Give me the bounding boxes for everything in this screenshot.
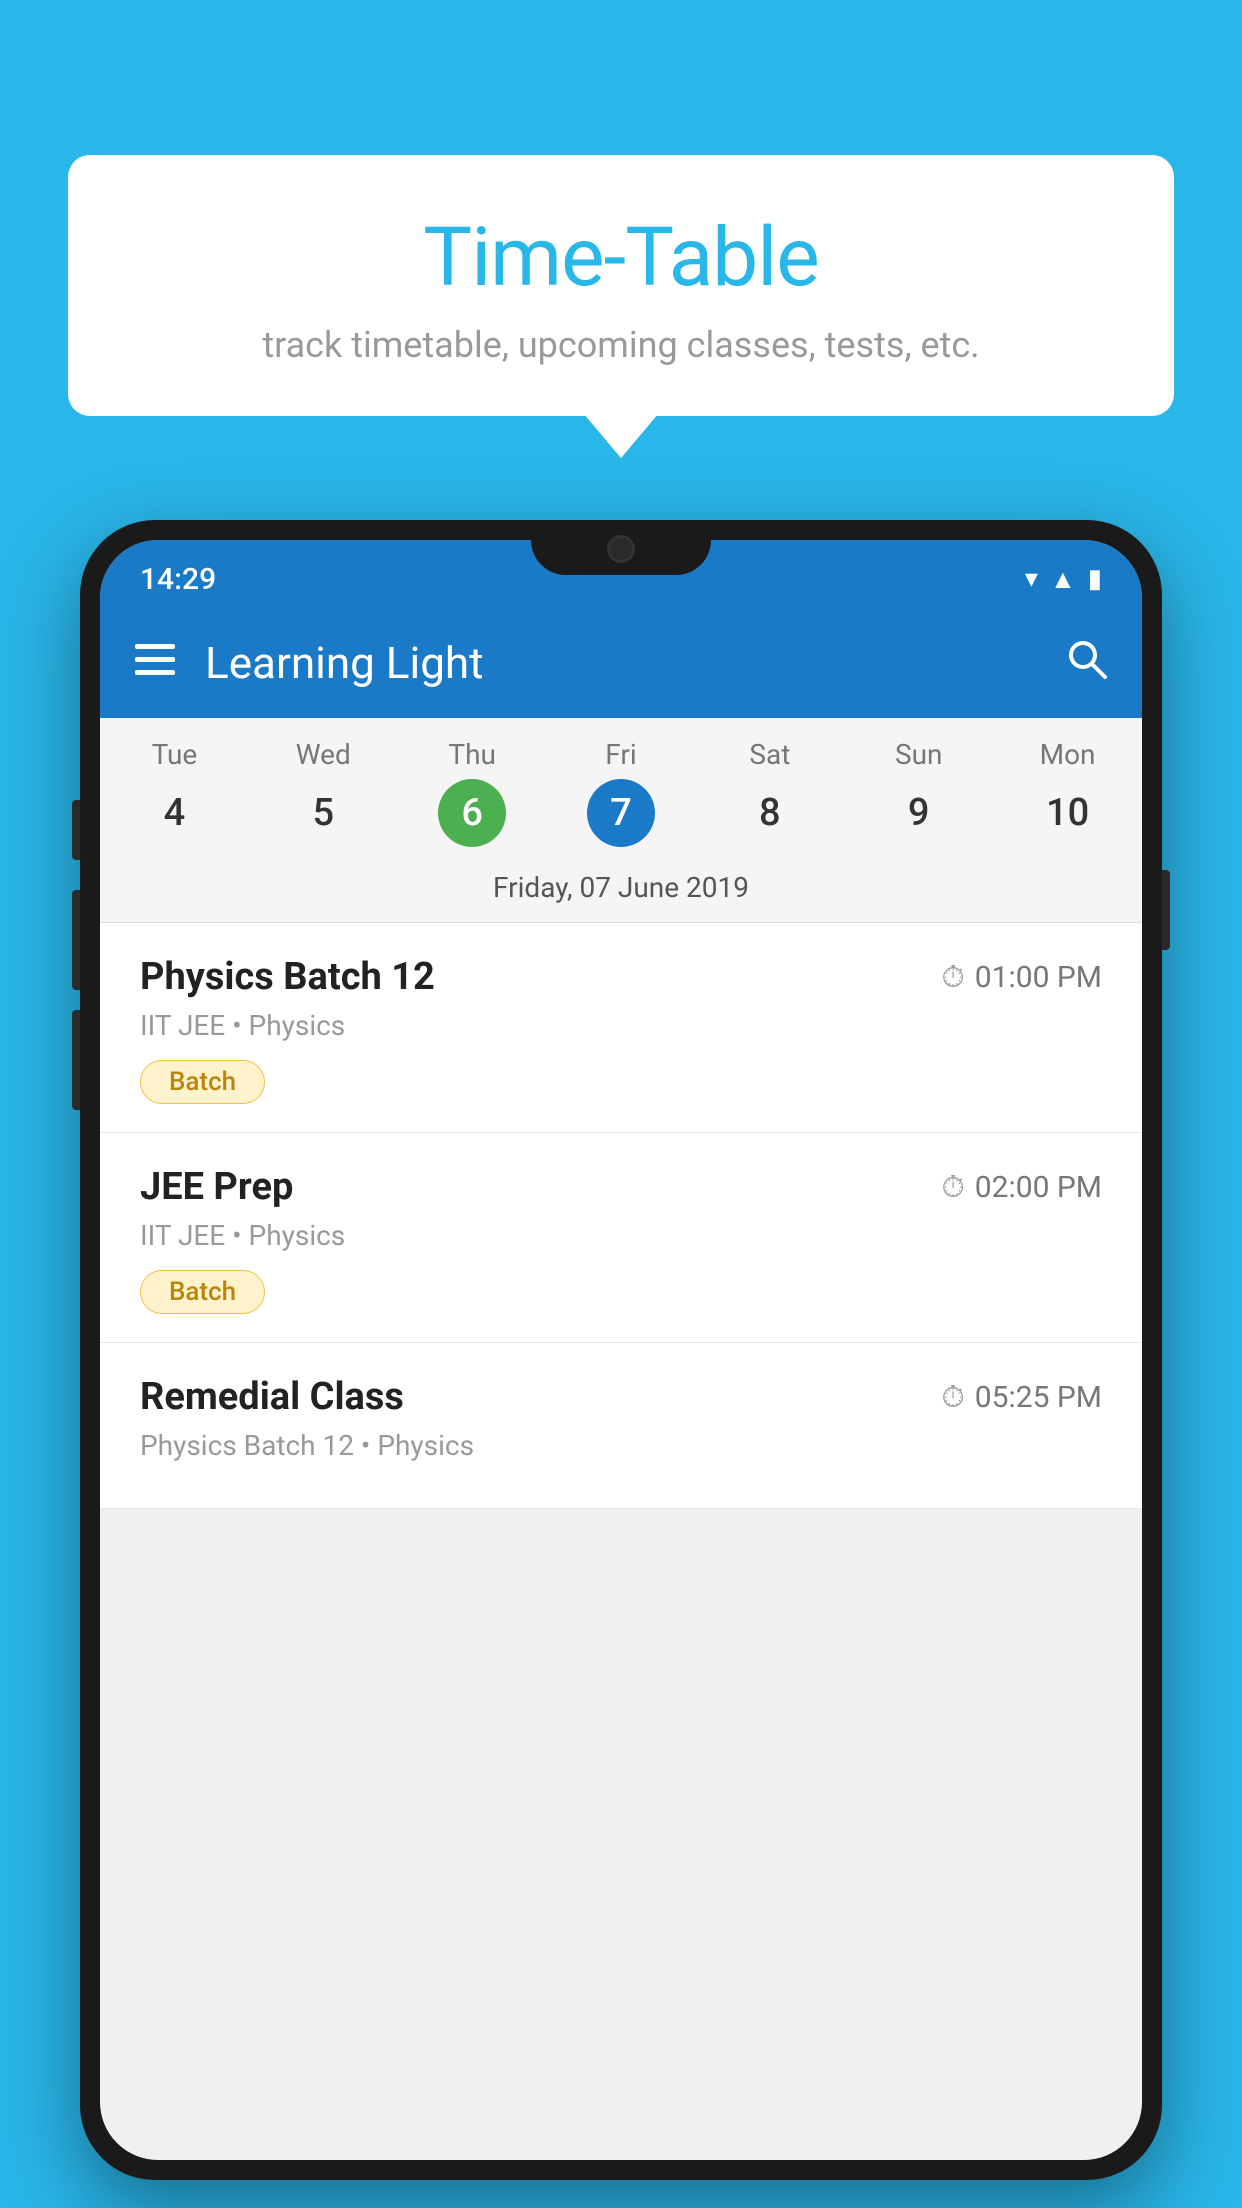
schedule-time: ⏱ 01:00 PM: [941, 960, 1102, 995]
status-time: 14:29: [140, 562, 216, 597]
schedule-item[interactable]: Physics Batch 12 ⏱ 01:00 PM IIT JEE • Physi…: [100, 923, 1142, 1133]
schedule-item[interactable]: JEE Prep ⏱ 02:00 PM IIT JEE • Physics Batch: [100, 1133, 1142, 1343]
clock-icon: ⏱: [941, 1380, 964, 1415]
bubble-title: Time-Table: [128, 210, 1114, 306]
day-number: 7: [587, 779, 655, 847]
day-number: 6: [438, 779, 506, 847]
search-button[interactable]: [1065, 637, 1107, 689]
status-icons: ▾ ▲ ▮: [1025, 564, 1102, 595]
time-text: 02:00 PM: [975, 1170, 1102, 1205]
week-day-col[interactable]: Tue 4: [100, 738, 249, 847]
bubble-subtitle: track timetable, upcoming classes, tests…: [128, 324, 1114, 366]
schedule-list: Physics Batch 12 ⏱ 01:00 PM IIT JEE • Physi…: [100, 923, 1142, 1509]
calendar-section: Tue 4 Wed 5 Thu 6 Fri 7 Sat 8 Sun 9 Mon 10 Friday, 07…: [100, 718, 1142, 923]
day-name: Wed: [249, 738, 398, 771]
week-day-col[interactable]: Thu 6: [398, 738, 547, 847]
week-day-col[interactable]: Sat 8: [695, 738, 844, 847]
volume-down-button: [72, 890, 80, 990]
clock-icon: ⏱: [941, 960, 964, 995]
day-number: 5: [289, 779, 357, 847]
phone-outer: 14:29 ▾ ▲ ▮ Learning Light: [80, 520, 1162, 2180]
day-number: 8: [736, 779, 804, 847]
schedule-title: Remedial Class: [140, 1375, 404, 1419]
selected-date-label: Friday, 07 June 2019: [100, 857, 1142, 922]
front-camera: [607, 535, 635, 563]
phone-notch: [531, 520, 711, 575]
day-name: Sun: [844, 738, 993, 771]
volume-up-button: [72, 800, 80, 860]
schedule-subtitle: IIT JEE • Physics: [140, 1219, 1102, 1252]
clock-icon: ⏱: [941, 1170, 964, 1205]
day-name: Fri: [547, 738, 696, 771]
schedule-subtitle: IIT JEE • Physics: [140, 1009, 1102, 1042]
day-number: 4: [140, 779, 208, 847]
schedule-subtitle: Physics Batch 12 • Physics: [140, 1429, 1102, 1462]
day-name: Mon: [993, 738, 1142, 771]
week-day-col[interactable]: Wed 5: [249, 738, 398, 847]
hamburger-icon[interactable]: [135, 644, 175, 682]
week-day-col[interactable]: Sun 9: [844, 738, 993, 847]
batch-badge: Batch: [140, 1060, 265, 1104]
time-text: 05:25 PM: [975, 1380, 1102, 1415]
speech-bubble-container: Time-Table track timetable, upcoming cla…: [68, 155, 1174, 416]
schedule-item-header: Remedial Class ⏱ 05:25 PM: [140, 1375, 1102, 1419]
day-name: Thu: [398, 738, 547, 771]
silent-button: [72, 1010, 80, 1110]
signal-icon: ▲: [1050, 564, 1076, 595]
battery-icon: ▮: [1088, 564, 1102, 594]
wifi-icon: ▾: [1025, 564, 1038, 594]
schedule-item-header: JEE Prep ⏱ 02:00 PM: [140, 1165, 1102, 1209]
phone-frame: 14:29 ▾ ▲ ▮ Learning Light: [80, 520, 1162, 2180]
week-days: Tue 4 Wed 5 Thu 6 Fri 7 Sat 8 Sun 9 Mon 10: [100, 718, 1142, 857]
app-bar: Learning Light: [100, 608, 1142, 718]
week-day-col[interactable]: Mon 10: [993, 738, 1142, 847]
day-number: 10: [1034, 779, 1102, 847]
speech-bubble: Time-Table track timetable, upcoming cla…: [68, 155, 1174, 416]
schedule-title: Physics Batch 12: [140, 955, 435, 999]
batch-badge: Batch: [140, 1270, 265, 1314]
schedule-item-header: Physics Batch 12 ⏱ 01:00 PM: [140, 955, 1102, 999]
day-name: Tue: [100, 738, 249, 771]
time-text: 01:00 PM: [975, 960, 1102, 995]
schedule-time: ⏱ 02:00 PM: [941, 1170, 1102, 1205]
schedule-item[interactable]: Remedial Class ⏱ 05:25 PM Physics Batch 12 …: [100, 1343, 1142, 1509]
power-button: [1162, 870, 1170, 950]
app-bar-title: Learning Light: [205, 637, 1035, 689]
day-number: 9: [885, 779, 953, 847]
schedule-time: ⏱ 05:25 PM: [941, 1380, 1102, 1415]
week-day-col[interactable]: Fri 7: [547, 738, 696, 847]
day-name: Sat: [695, 738, 844, 771]
schedule-title: JEE Prep: [140, 1165, 293, 1209]
phone-screen: 14:29 ▾ ▲ ▮ Learning Light: [100, 540, 1142, 2160]
